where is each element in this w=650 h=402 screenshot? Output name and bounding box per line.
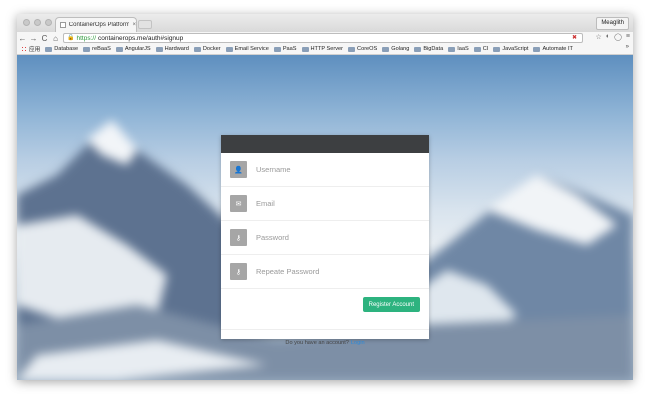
folder-icon	[273, 46, 281, 52]
bookmarks-bar: 应用 Database reBaaS AngularJS Hardward Docker E…	[17, 44, 633, 55]
bookmark-item[interactable]: BigData	[414, 46, 443, 52]
toolbar-icons: ☆ ◐ ◯ ≡	[596, 33, 630, 41]
bookmark-label: reBaaS	[92, 46, 111, 52]
folder-icon	[115, 46, 123, 52]
bookmark-item[interactable]: Automate IT	[533, 46, 573, 52]
minimize-window-button[interactable]	[34, 19, 41, 26]
tab-title: ContainerOps Platform - A	[68, 22, 130, 28]
bookmark-item[interactable]: reBaaS	[83, 46, 111, 52]
bookmark-item[interactable]: Docker	[193, 46, 221, 52]
bookmark-label: BigData	[423, 46, 444, 52]
bookmarks-overflow-button[interactable]: »	[626, 44, 629, 50]
bookmark-label: Email Service	[234, 46, 269, 52]
close-window-button[interactable]	[23, 19, 30, 26]
key-icon: ⚷	[230, 263, 247, 280]
blocked-icon[interactable]: ✖	[572, 34, 577, 43]
bookmark-item[interactable]: 应用	[21, 45, 40, 53]
new-tab-button[interactable]	[138, 20, 152, 29]
lock-icon: 🔒	[67, 34, 75, 41]
profile-button[interactable]: Meaglith	[596, 17, 629, 30]
bookmark-item[interactable]: IaaS	[448, 46, 469, 52]
bookmark-label: JavaScript	[502, 46, 529, 52]
actions-row: Register Account	[221, 289, 429, 330]
folder-icon	[193, 46, 201, 52]
browser-tab[interactable]: ContainerOps Platform - A ×	[55, 17, 137, 32]
back-button[interactable]: ←	[17, 33, 28, 44]
bookmark-item[interactable]: Database	[45, 46, 78, 52]
username-input[interactable]	[256, 165, 406, 174]
bookmark-item[interactable]: CoreOS	[348, 46, 377, 52]
browser-window: ContainerOps Platform - A × Meaglith ← →…	[17, 14, 633, 380]
window-controls	[23, 19, 52, 26]
login-prompt: Do you have an account? Login	[221, 330, 429, 356]
bookmark-item[interactable]: Hardward	[155, 46, 189, 52]
email-row: ✉	[221, 187, 429, 221]
tab-close-icon[interactable]: ×	[132, 22, 136, 28]
title-bar: ContainerOps Platform - A × Meaglith	[17, 14, 633, 33]
bookmark-label: IaaS	[457, 46, 469, 52]
zoom-window-button[interactable]	[45, 19, 52, 26]
bookmark-label: Hardward	[164, 46, 189, 52]
signup-card: 👤 ✉ ⚷ ⚷ Register Account Do you have an …	[221, 135, 429, 346]
folder-icon	[45, 46, 53, 52]
bookmark-label: Automate IT	[542, 46, 573, 52]
menu-icon[interactable]: ≡	[626, 33, 630, 41]
bookmark-item[interactable]: AngularJS	[115, 46, 151, 52]
url-scheme: https://	[76, 34, 96, 42]
settings-circle-icon[interactable]: ◯	[614, 33, 622, 41]
extension-icon[interactable]: ◐	[606, 33, 610, 41]
url-path: containerops.me/auth#signup	[98, 34, 184, 42]
star-icon[interactable]: ☆	[596, 33, 602, 41]
browser-toolbar: ← → C ⌂ 🔒 https://containerops.me/auth#s…	[17, 32, 633, 44]
folder-icon	[348, 46, 356, 52]
repeat-password-input[interactable]	[256, 267, 406, 276]
bookmark-label: PaaS	[282, 46, 297, 52]
folder-icon	[301, 46, 309, 52]
address-bar[interactable]: 🔒 https://containerops.me/auth#signup ✖	[63, 33, 583, 43]
repeat-password-row: ⚷	[221, 255, 429, 289]
register-account-button[interactable]: Register Account	[362, 297, 420, 312]
password-input[interactable]	[256, 233, 406, 242]
bookmark-label: 应用	[29, 47, 41, 53]
bookmark-item[interactable]: Golang	[382, 46, 409, 52]
bookmark-label: Database	[54, 46, 79, 52]
bookmark-label: HTTP Server	[310, 46, 344, 52]
folder-icon	[473, 46, 481, 52]
key-icon: ⚷	[230, 229, 247, 246]
bookmark-item[interactable]: JavaScript	[493, 46, 528, 52]
folder-icon	[414, 46, 422, 52]
bookmark-item[interactable]: PaaS	[273, 46, 297, 52]
folder-icon	[155, 46, 163, 52]
bookmark-item[interactable]: HTTP Server	[301, 46, 344, 52]
signup-page: 👤 ✉ ⚷ ⚷ Register Account Do you have an …	[17, 55, 633, 380]
envelope-icon: ✉	[230, 195, 247, 212]
home-button[interactable]: ⌂	[50, 33, 61, 44]
username-row: 👤	[221, 153, 429, 187]
bookmark-item[interactable]: CI	[473, 46, 489, 52]
email-input[interactable]	[256, 199, 406, 208]
reload-button[interactable]: C	[39, 33, 50, 44]
folder-icon	[533, 46, 541, 52]
forward-button[interactable]: →	[28, 33, 39, 44]
bookmark-label: CoreOS	[357, 46, 378, 52]
user-icon: 👤	[230, 161, 247, 178]
page-favicon-icon	[60, 22, 66, 28]
folder-icon	[382, 46, 390, 52]
card-header	[221, 135, 429, 153]
bookmark-label: Docker	[202, 46, 221, 52]
folder-icon	[448, 46, 456, 52]
apps-icon	[21, 46, 27, 52]
bookmark-label: Golang	[391, 46, 410, 52]
bookmark-label: AngularJS	[124, 46, 151, 52]
folder-icon	[225, 46, 233, 52]
bookmark-item[interactable]: Email Service	[225, 46, 269, 52]
bookmark-label: CI	[482, 46, 489, 52]
folder-icon	[83, 46, 91, 52]
folder-icon	[493, 46, 501, 52]
login-link[interactable]: Login	[351, 340, 365, 346]
password-row: ⚷	[221, 221, 429, 255]
account-question: Do you have an account?	[285, 340, 349, 346]
